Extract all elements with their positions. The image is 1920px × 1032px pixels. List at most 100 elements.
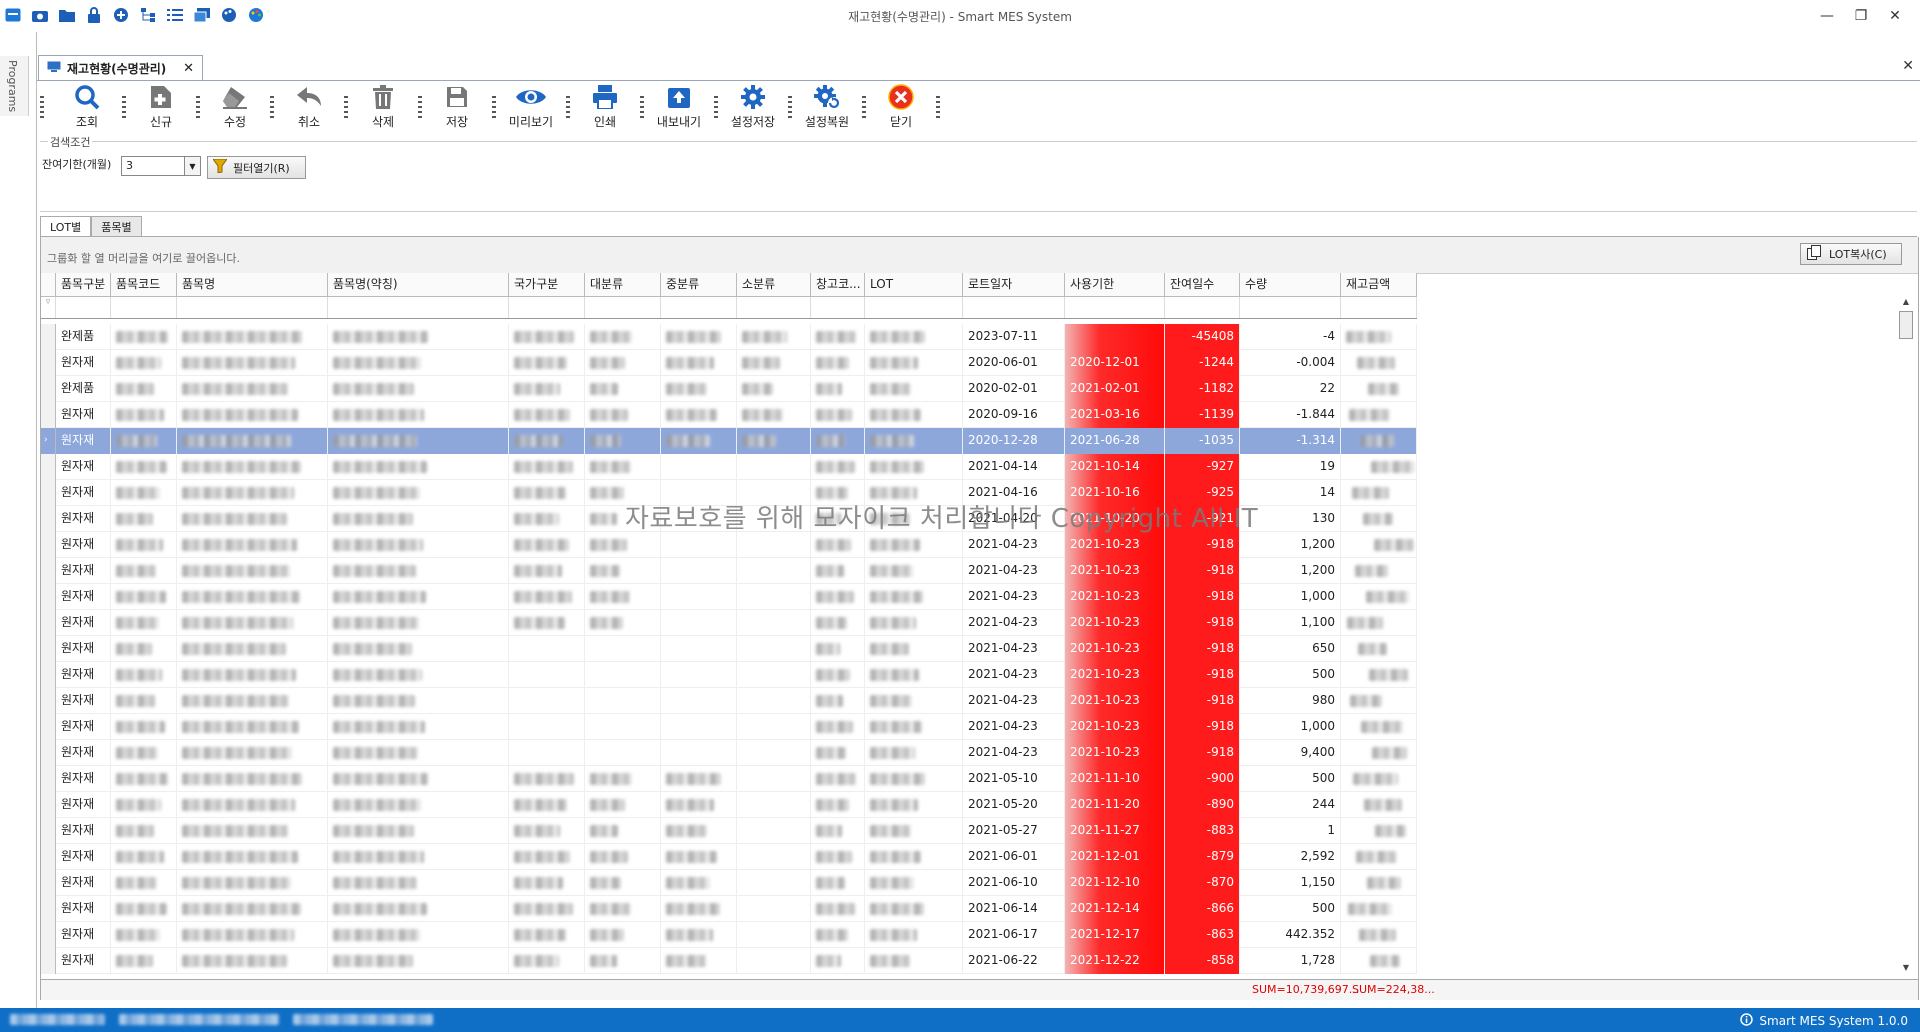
column-header[interactable]: 잔여일수 [1165,273,1240,296]
filter-cell[interactable] [509,297,585,318]
doc-tab-close-icon[interactable]: ✕ [183,61,194,76]
column-header[interactable]: 로트일자 [963,273,1065,296]
scroll-up-icon[interactable]: ▲ [1898,297,1914,309]
filter-cell[interactable] [1165,297,1240,318]
filter-cell[interactable] [865,297,963,318]
table-row[interactable]: 원자재 2020-06-01 2020-12-01 -1244 -0.004 [41,350,1417,376]
row-indicator[interactable] [41,324,56,350]
save-button[interactable]: 저장 [428,84,486,130]
table-row[interactable]: 원자재 2021-06-01 2021-12-01 -879 2,592 [41,844,1417,870]
preview-button[interactable]: 미리보기 [502,84,560,130]
column-header[interactable]: 재고금액 [1341,273,1417,296]
column-header[interactable]: 대분류 [585,273,661,296]
table-row[interactable]: 원자재 2021-05-27 2021-11-27 -883 1 [41,818,1417,844]
delete-button[interactable]: 삭제 [354,84,412,130]
column-header[interactable]: 국가구분 [509,273,585,296]
minimize-button[interactable]: — [1810,4,1844,28]
table-row[interactable]: 원자재 2021-04-14 2021-10-14 -927 19 [41,454,1417,480]
scroll-down-icon[interactable]: ▼ [1898,963,1914,975]
filter-cell[interactable] [811,297,865,318]
row-indicator[interactable] [41,740,56,766]
table-row[interactable]: 원자재 2021-04-23 2021-10-23 -918 1,200 [41,558,1417,584]
tab-lot[interactable]: LOT별 [40,216,92,236]
print-button[interactable]: 인쇄 [576,84,634,130]
filter-cell[interactable] [328,297,509,318]
restore-button[interactable]: ❐ [1844,4,1878,28]
programs-panel-tab[interactable]: Programs [0,56,29,116]
column-header[interactable]: 소분류 [737,273,811,296]
scroll-thumb[interactable] [1899,311,1913,339]
table-row[interactable]: › 원자재 2020-12-28 2021-06-28 -1035 -1.314 [41,428,1417,454]
row-indicator[interactable] [41,506,56,532]
column-header[interactable]: 품목코드 [111,273,177,296]
filter-cell[interactable] [1240,297,1341,318]
filter-cell[interactable] [1341,297,1417,318]
table-row[interactable]: 원자재 2021-04-23 2021-10-23 -918 1,200 [41,532,1417,558]
cancel-button[interactable]: 취소 [280,84,338,130]
table-row[interactable]: 원자재 2020-09-16 2021-03-16 -1139 -1.844 [41,402,1417,428]
table-row[interactable]: 완제품 2020-02-01 2021-02-01 -1182 22 [41,376,1417,402]
table-row[interactable]: 완제품 2023-07-11 -45408 -4 [41,324,1417,350]
column-header[interactable]: 사용기한 [1065,273,1165,296]
table-row[interactable]: 원자재 2021-04-23 2021-10-23 -918 1,100 [41,610,1417,636]
row-indicator[interactable] [41,922,56,948]
row-indicator[interactable] [41,610,56,636]
row-indicator[interactable] [41,454,56,480]
table-row[interactable]: 원자재 2021-06-17 2021-12-17 -863 442.352 [41,922,1417,948]
save-settings-button[interactable]: 설정저장 [724,84,782,130]
row-indicator[interactable] [41,636,56,662]
table-row[interactable]: 원자재 2021-06-10 2021-12-10 -870 1,150 [41,870,1417,896]
column-header[interactable]: 품목명 [177,273,328,296]
row-indicator[interactable] [41,532,56,558]
new-button[interactable]: 신규 [132,84,190,130]
column-header[interactable]: LOT [865,273,963,296]
column-header[interactable]: 품목명(약칭) [328,273,509,296]
group-by-panel[interactable]: 그룹화 할 열 머리글을 여기로 끌어옵니다. LOT복사(C) [41,237,1918,274]
table-row[interactable]: 원자재 2021-05-10 2021-11-10 -900 500 [41,766,1417,792]
table-row[interactable]: 원자재 2021-06-22 2021-12-22 -858 1,728 [41,948,1417,974]
filter-cell[interactable] [963,297,1065,318]
table-row[interactable]: 원자재 2021-04-23 2021-10-23 -918 500 [41,662,1417,688]
lot-copy-button[interactable]: LOT복사(C) [1800,243,1902,265]
table-row[interactable]: 원자재 2021-04-23 2021-10-23 -918 1,000 [41,584,1417,610]
filter-open-button[interactable]: 필터열기(R) [207,156,306,179]
tab-item[interactable]: 품목별 [91,216,142,236]
filter-cell[interactable] [585,297,661,318]
chevron-down-icon[interactable]: ▼ [184,157,200,175]
row-indicator[interactable] [41,662,56,688]
grid-filter-row[interactable]: ▿ [41,297,1417,319]
column-header[interactable]: 중분류 [661,273,737,296]
vertical-scrollbar[interactable]: ▲ ▼ [1898,297,1914,975]
filter-cell[interactable] [1065,297,1165,318]
row-indicator[interactable] [41,714,56,740]
close-button[interactable]: 닫기 [872,84,930,130]
restore-settings-button[interactable]: 설정복원 [798,84,856,130]
search-button[interactable]: 조회 [58,84,116,130]
doc-tab-inventory[interactable]: 재고현황(수명관리) ✕ [38,55,203,81]
row-indicator[interactable] [41,402,56,428]
close-window-button[interactable]: ✕ [1878,4,1912,28]
filter-cell[interactable] [737,297,811,318]
row-indicator[interactable] [41,792,56,818]
filter-cell[interactable] [111,297,177,318]
filter-cell[interactable] [56,297,111,318]
table-row[interactable]: 원자재 2021-04-23 2021-10-23 -918 980 [41,688,1417,714]
filter-cell[interactable] [177,297,328,318]
row-indicator[interactable] [41,844,56,870]
table-row[interactable]: 원자재 2021-04-23 2021-10-23 -918 650 [41,636,1417,662]
row-indicator[interactable] [41,896,56,922]
toolbar-grip[interactable] [40,96,44,118]
row-indicator[interactable]: › [41,428,56,454]
row-indicator[interactable] [41,480,56,506]
edit-button[interactable]: 수정 [206,84,264,130]
table-row[interactable]: 원자재 2021-04-23 2021-10-23 -918 9,400 [41,740,1417,766]
row-indicator[interactable] [41,870,56,896]
table-row[interactable]: 원자재 2021-05-20 2021-11-20 -890 244 [41,792,1417,818]
row-indicator[interactable] [41,350,56,376]
export-button[interactable]: 내보내기 [650,84,708,130]
row-indicator[interactable] [41,558,56,584]
column-header[interactable]: 수량 [1240,273,1341,296]
column-header[interactable]: 품목구분 [56,273,111,296]
table-row[interactable]: 원자재 2021-06-14 2021-12-14 -866 500 [41,896,1417,922]
filter-cell[interactable] [661,297,737,318]
